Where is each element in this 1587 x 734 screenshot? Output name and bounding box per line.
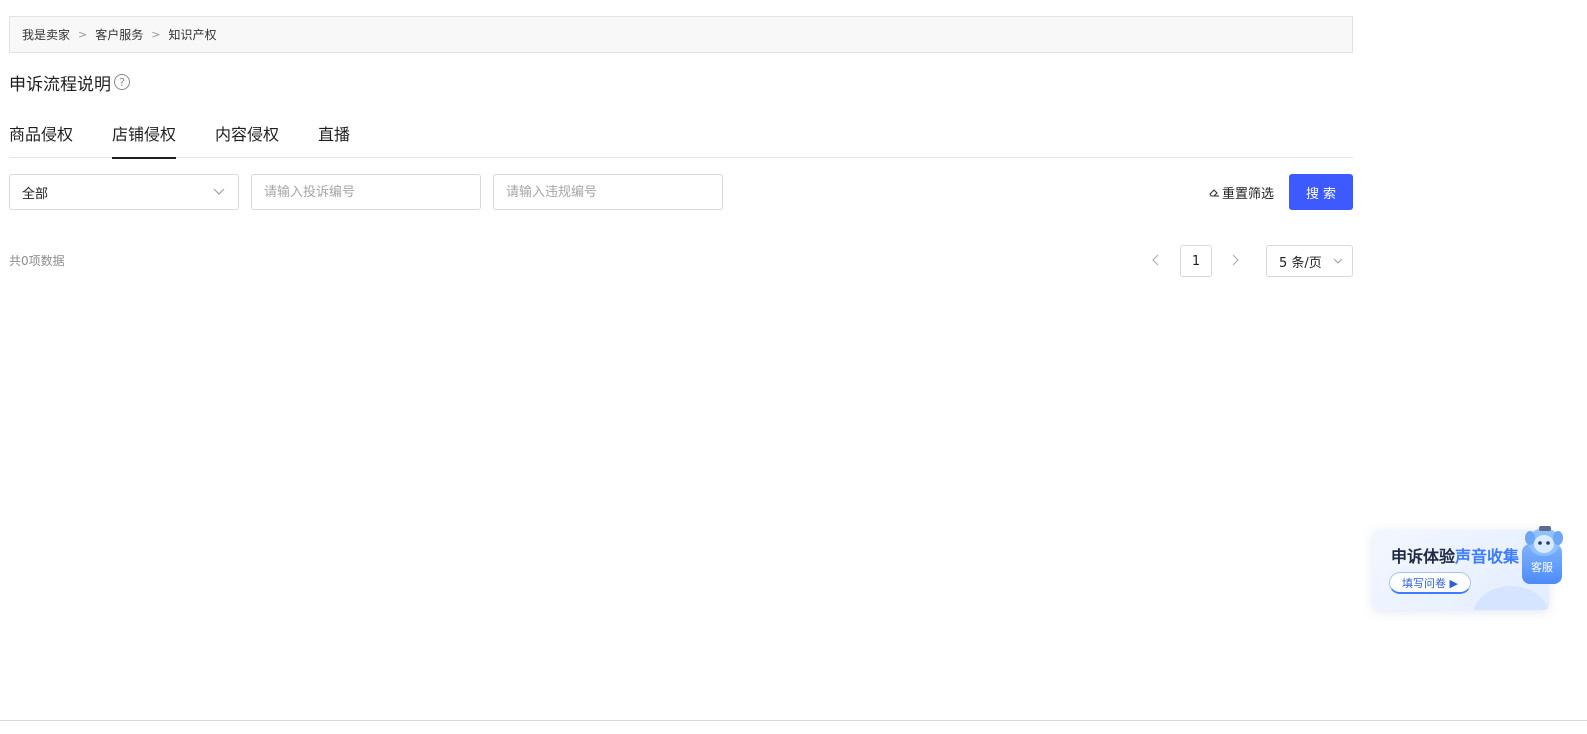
- mascot-icon: [1525, 526, 1563, 556]
- eraser-icon: [1209, 189, 1219, 197]
- breadcrumb: 我是卖家 > 客户服务 > 知识产权: [9, 16, 1353, 53]
- survey-title-highlight: 声音收集: [1455, 547, 1520, 566]
- chevron-right-icon[interactable]: [1227, 252, 1243, 268]
- type-select[interactable]: 全部: [9, 174, 239, 210]
- reset-filter-button[interactable]: 重置筛选: [1208, 183, 1275, 202]
- type-select-value: 全部: [22, 186, 49, 202]
- search-button[interactable]: 搜索: [1289, 174, 1353, 210]
- decorative-shape: [1473, 586, 1549, 610]
- reset-filter-label: 重置筛选: [1222, 186, 1275, 202]
- chevron-down-icon: [213, 188, 225, 195]
- tab-bar: 商品侵权 店铺侵权 内容侵权 直播: [9, 118, 1353, 159]
- page-title: 申诉流程说明 ?: [9, 70, 130, 95]
- page-size-select[interactable]: 5 条/页: [1266, 245, 1353, 277]
- tab-store-infringement[interactable]: 店铺侵权: [112, 118, 177, 159]
- customer-service-widget[interactable]: 客服: [1522, 522, 1563, 584]
- chevron-down-icon: [1333, 258, 1343, 264]
- breadcrumb-separator: >: [151, 28, 161, 41]
- chevron-left-icon[interactable]: [1148, 252, 1164, 268]
- fill-survey-button[interactable]: 填写问卷 ▶: [1389, 572, 1471, 594]
- breadcrumb-item-seller[interactable]: 我是卖家: [22, 26, 70, 43]
- pagination-page-current[interactable]: 1: [1180, 245, 1212, 277]
- tab-live[interactable]: 直播: [318, 118, 350, 158]
- page-title-text: 申诉流程说明: [9, 74, 111, 95]
- divider: [0, 720, 1587, 721]
- breadcrumb-item-customer-service[interactable]: 客户服务: [95, 26, 143, 43]
- violation-id-input[interactable]: [493, 174, 723, 210]
- complaint-id-input[interactable]: [251, 174, 481, 210]
- breadcrumb-separator: >: [78, 28, 88, 41]
- total-count: 共0项数据: [9, 254, 65, 268]
- tab-content-infringement[interactable]: 内容侵权: [215, 118, 279, 158]
- tab-product-infringement[interactable]: 商品侵权: [9, 118, 73, 158]
- breadcrumb-item-ip: 知识产权: [168, 28, 217, 42]
- help-icon[interactable]: ?: [114, 74, 130, 90]
- survey-title: 申诉体验声音收集: [1391, 543, 1519, 567]
- page-size-label: 5 条/页: [1279, 255, 1322, 271]
- survey-title-prefix: 申诉体验: [1391, 547, 1456, 566]
- customer-service-label: 客服: [1531, 561, 1553, 574]
